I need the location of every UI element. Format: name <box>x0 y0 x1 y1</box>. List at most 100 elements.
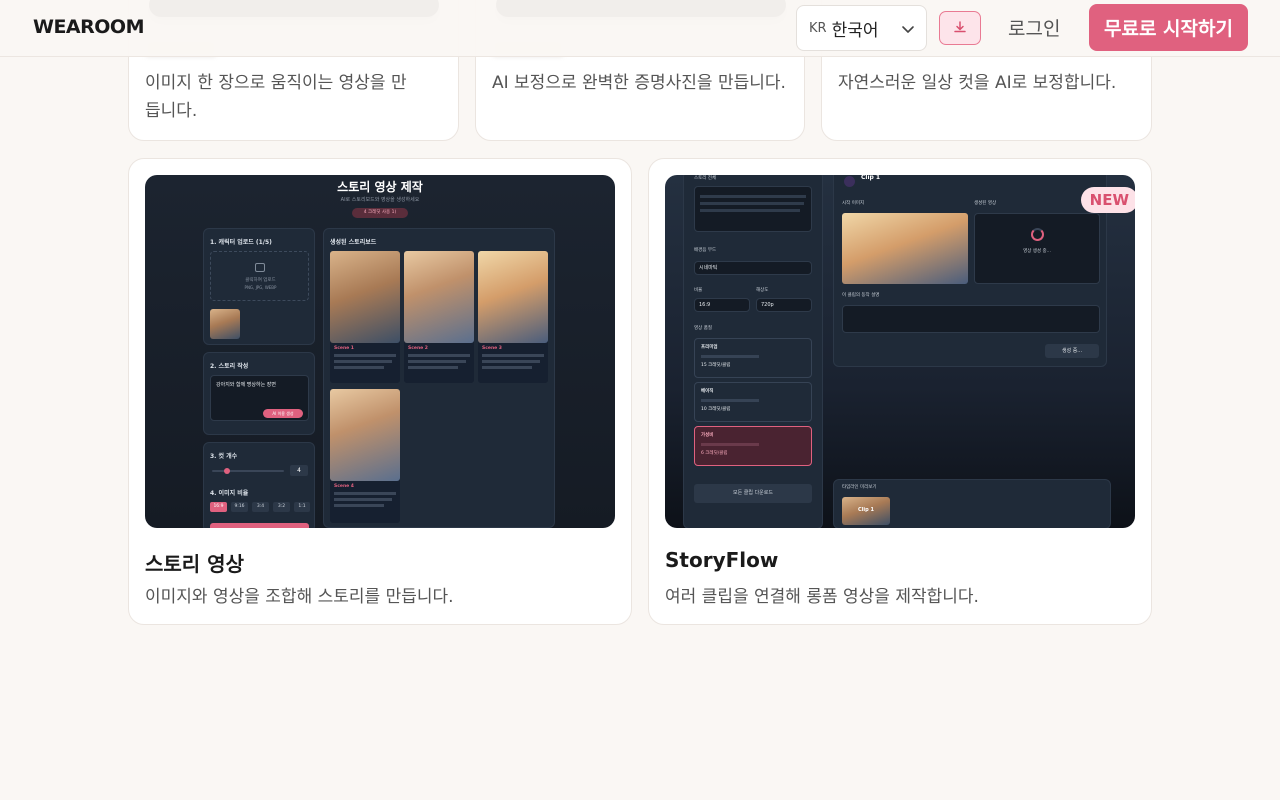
mock-scene-card: Scene 4 <box>330 389 400 523</box>
mock-upload-formats: PNG, JPG, WEBP <box>244 285 277 290</box>
mock-text-line <box>482 354 544 357</box>
mock-quality-label: 영상 품질 <box>694 326 712 331</box>
mock-text-line <box>701 399 759 402</box>
mock-prompt-input <box>842 305 1100 333</box>
chevron-down-icon <box>901 21 915 40</box>
mock-storyboard-panel: 생성된 스토리보드 Scene 1 Scene 2 Scene 3 Scene … <box>323 228 555 528</box>
mock-generated-preview: 영상 생성 중... <box>974 213 1100 284</box>
mock-text-line <box>482 360 540 363</box>
mock-story-input: 강아지와 함께 명상하는 장면 AI 이용 생성 <box>210 375 309 421</box>
mock-ratio-chip: 1:1 <box>294 502 310 512</box>
mock-dropzone: 클릭하여 업로드 PNG, JPG, WEBP <box>210 251 309 301</box>
card-title: 스토리 영상 <box>145 552 244 576</box>
storyflow-card[interactable]: 스토리 전체 배경음 무드 시네마틱 비율 해상도 16:9 720p 영상 품… <box>648 158 1152 625</box>
mock-generate-button <box>210 523 309 528</box>
mock-timeline-panel: 타임라인 미리보기 Clip 1 <box>833 479 1111 528</box>
mock-storyboard-label: 생성된 스토리보드 <box>330 239 377 246</box>
mock-quality-name: 베이직 <box>701 389 714 394</box>
story-video-card[interactable]: 스토리 영상 제작 AI로 스토리보드와 영상을 생성하세요 4 크레딧 사용 … <box>128 158 632 625</box>
mock-text-line <box>701 443 759 446</box>
mock-heading: 스토리 영상 제작 <box>337 180 423 194</box>
language-code: KR <box>809 20 827 36</box>
mock-generated-label: 생성된 영상 <box>974 201 997 206</box>
mock-res-label: 해상도 <box>756 288 769 293</box>
mock-download-all-button: 모든 클립 다운로드 <box>694 484 812 503</box>
card-description: AI 보정으로 완벽한 증명사진을 만듭니다. <box>492 73 786 93</box>
mock-scene-label: Scene 2 <box>408 346 428 351</box>
mock-upload-label: 1. 캐릭터 업로드 (1/5) <box>210 239 272 246</box>
mock-ratio-chip: 16:9 <box>210 502 227 512</box>
mock-quality-cost: 10 크레딧/클립 <box>701 407 731 412</box>
mock-ratio-label: 비율 <box>694 288 703 293</box>
mock-quality-option: 프리미엄 15 크레딧/클립 <box>694 338 812 378</box>
logo[interactable]: WEAROOM <box>33 16 144 38</box>
download-app-button[interactable] <box>939 11 981 45</box>
mock-timeline-clip-label: Clip 1 <box>858 507 874 513</box>
storyflow-thumbnail: 스토리 전체 배경음 무드 시네마틱 비율 해상도 16:9 720p 영상 품… <box>665 175 1135 528</box>
card-description: 여러 클립을 연결해 롱폼 영상을 제작합니다. <box>665 587 979 607</box>
mock-cut-value: 4 <box>290 465 308 476</box>
mock-clip-panel: Clip 1 시작 이미지 생성된 영상 영상 생성 중... 이 클립의 동작… <box>833 175 1107 367</box>
mock-upload-hint: 클릭하여 업로드 <box>245 278 276 283</box>
mock-scene-image <box>478 251 548 343</box>
mock-scene-image <box>330 389 400 481</box>
mock-scene-card: Scene 2 <box>404 251 474 383</box>
mock-ratio-chip: 3:4 <box>252 502 269 512</box>
mock-cut-slider <box>212 470 284 472</box>
mock-text-line <box>700 202 804 205</box>
mock-generate-button: 생성 중... <box>1045 344 1099 358</box>
mock-scene-label: Scene 3 <box>482 346 502 351</box>
mock-text-line <box>700 209 800 212</box>
mock-bgm-label: 배경음 무드 <box>694 248 717 253</box>
mock-credit-pill: 4 크레딧 사용 1) <box>352 208 408 218</box>
language-select[interactable]: KR 한국어 <box>796 5 927 51</box>
start-free-button[interactable]: 무료로 시작하기 <box>1089 4 1248 51</box>
mock-quality-cost: 15 크레딧/클립 <box>701 363 731 368</box>
mock-upload-panel: 1. 캐릭터 업로드 (1/5) 클릭하여 업로드 PNG, JPG, WEBP <box>203 228 315 345</box>
mock-text-line <box>334 492 396 495</box>
mock-story-input <box>694 186 812 232</box>
mock-story-text: 강아지와 함께 명상하는 장면 <box>216 382 276 388</box>
mock-ratio-chip: 9:16 <box>231 502 248 512</box>
mock-scene-card: Scene 3 <box>478 251 548 383</box>
loading-spinner-icon <box>1031 228 1044 241</box>
mock-text-line <box>334 354 396 357</box>
mock-scene-card: Scene 1 <box>330 251 400 383</box>
card-description: 이미지 한 장으로 움직이는 영상을 만듭니다. <box>145 73 407 121</box>
mock-timeline-label: 타임라인 미리보기 <box>842 485 877 490</box>
login-link[interactable]: 로그인 <box>1008 14 1060 41</box>
mock-story-label: 2. 스토리 작성 <box>210 363 249 370</box>
mock-clip-number <box>844 176 855 187</box>
mock-bgm-select: 시네마틱 <box>694 261 812 275</box>
mock-timeline-clip: Clip 1 <box>842 497 890 525</box>
mock-generating-text: 영상 생성 중... <box>1023 249 1051 254</box>
mock-text-line <box>334 504 384 507</box>
language-name: 한국어 <box>831 20 879 41</box>
mock-res-select: 720p <box>756 298 812 312</box>
mock-text-line <box>408 354 470 357</box>
mock-quality-option-selected: 가성비 6 크레딧/클립 <box>694 426 812 466</box>
mock-ratio-label: 4. 이미지 비율 <box>210 490 249 497</box>
mock-quality-name: 프리미엄 <box>701 345 718 350</box>
mock-prompt-label: 이 클립의 동작 설명 <box>842 293 880 298</box>
mock-story-panel: 2. 스토리 작성 강아지와 함께 명상하는 장면 AI 이용 생성 <box>203 352 315 435</box>
mock-ratio-chip: 3:2 <box>273 502 290 512</box>
mock-scene-label: Scene 1 <box>334 346 354 351</box>
mock-quality-option: 베이직 10 크레딧/클립 <box>694 382 812 422</box>
mock-quality-name: 가성비 <box>701 433 714 438</box>
mock-character-thumb <box>210 309 240 339</box>
mock-text-line <box>482 366 532 369</box>
mock-text-line <box>334 366 384 369</box>
mock-text-line <box>408 360 466 363</box>
mock-story-label: 스토리 전체 <box>694 176 717 181</box>
mock-settings-column: 스토리 전체 배경음 무드 시네마틱 비율 해상도 16:9 720p 영상 품… <box>683 175 823 528</box>
mock-scene-label: Scene 4 <box>334 484 354 489</box>
card-description: 자연스러운 일상 컷을 AI로 보정합니다. <box>838 73 1117 93</box>
top-navigation-bar: WEAROOM KR 한국어 로그인 무료로 시작하기 <box>0 0 1280 57</box>
mock-cut-label: 3. 컷 개수 <box>210 453 238 460</box>
mock-ratio-select: 16:9 <box>694 298 750 312</box>
mock-scene-image <box>330 251 400 343</box>
image-icon <box>255 263 265 272</box>
story-video-thumbnail: 스토리 영상 제작 AI로 스토리보드와 영상을 생성하세요 4 크레딧 사용 … <box>145 175 615 528</box>
mock-subtitle: AI로 스토리보드와 영상을 생성하세요 <box>340 197 420 203</box>
